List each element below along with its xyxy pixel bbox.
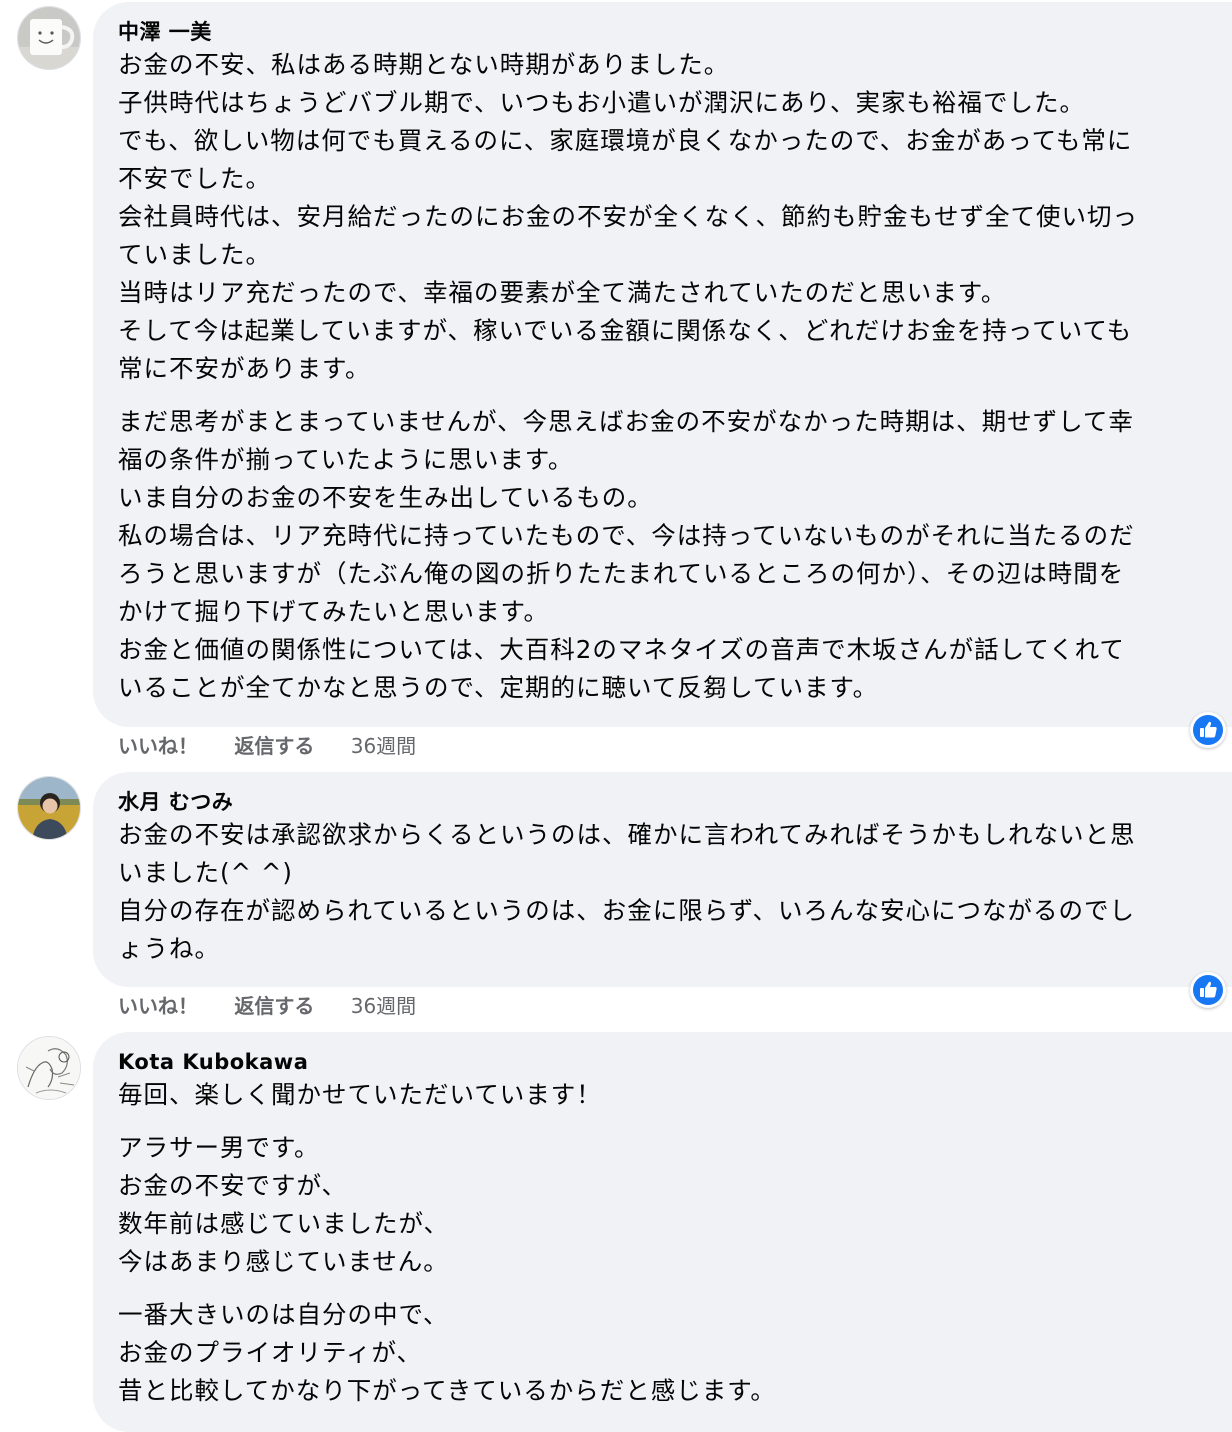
comment-actions: いいね！ 返信する 36週間 <box>118 991 416 1021</box>
like-reaction-badge[interactable] <box>1190 712 1226 748</box>
avatar-mug[interactable] <box>17 6 81 70</box>
comment-actions: いいね！ 返信する 36週間 <box>118 731 416 761</box>
comment-bubble: 水月 むつみ お金の不安は承認欲求からくるというのは、確かに言われてみればそうか… <box>93 772 1232 987</box>
sketch-drawing-avatar-icon <box>18 1037 80 1099</box>
person-photo-avatar-icon <box>18 777 80 839</box>
like-button[interactable]: いいね！ <box>118 991 198 1021</box>
comment-author[interactable]: Kota Kubokawa <box>118 1048 1232 1076</box>
avatar-photo[interactable] <box>17 776 81 840</box>
comment-author[interactable]: 水月 むつみ <box>118 788 1232 816</box>
comment-bubble: 中澤 一美 お金の不安、私はある時期とない時期がありました。 子供時代はちょうど… <box>93 2 1232 727</box>
comment-paragraph: お金の不安は承認欲求からくるというのは、確かに言われてみればそうかもしれないと思… <box>118 820 1136 963</box>
mug-smiley-avatar-icon <box>18 7 80 69</box>
comment-paragraph: まだ思考がまとまっていませんが、今思えばお金の不安がなかった時期は、期せずして幸… <box>118 407 1135 702</box>
reply-button[interactable]: 返信する <box>234 731 314 761</box>
comment-paragraph: アラサー男です。 お金の不安ですが、 数年前は感じていましたが、 今はあまり感じ… <box>118 1133 450 1276</box>
like-reaction-badge[interactable] <box>1190 972 1226 1008</box>
comment-paragraph: 一番大きいのは自分の中で、 お金のプライオリティが、 昔と比較してかなり下がって… <box>118 1300 776 1405</box>
comment-paragraph: 毎回、楽しく聞かせていただいています！ <box>118 1080 602 1109</box>
like-button[interactable]: いいね！ <box>118 731 198 761</box>
reply-button[interactable]: 返信する <box>234 991 314 1021</box>
thumbs-up-icon <box>1193 715 1223 745</box>
comment-paragraph: お金の不安、私はある時期とない時期がありました。 子供時代はちょうどバブル期で、… <box>118 50 1138 383</box>
thumbs-up-icon <box>1193 975 1223 1005</box>
comment-timestamp[interactable]: 36週間 <box>351 731 416 761</box>
comment-author[interactable]: 中澤 一美 <box>118 18 1232 46</box>
comment-bubble: Kota Kubokawa 毎回、楽しく聞かせていただいています！ アラサー男で… <box>93 1032 1232 1432</box>
avatar-sketch[interactable] <box>17 1036 81 1100</box>
comment-timestamp[interactable]: 36週間 <box>351 991 416 1021</box>
